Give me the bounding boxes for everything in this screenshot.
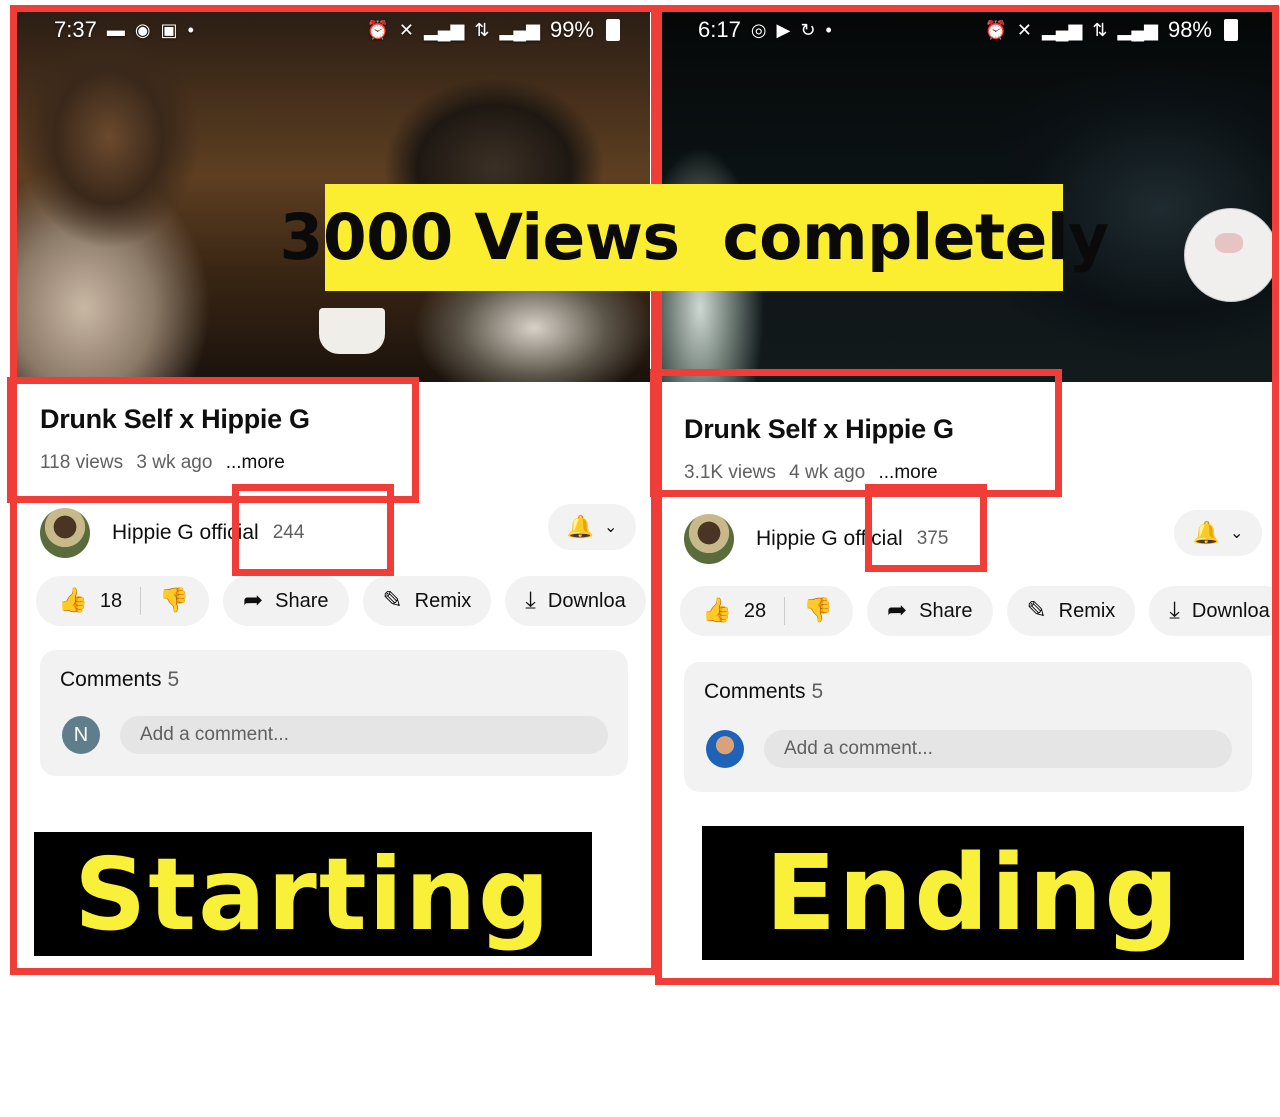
signal-icon: ▂▄▆: [1117, 20, 1158, 40]
video-meta: 3.1K views 4 wk ago ...more: [684, 462, 946, 484]
channel-name[interactable]: Hippie G official: [756, 527, 903, 551]
share-button[interactable]: ➦ Share: [867, 586, 993, 636]
download-label: Downloa: [547, 589, 626, 612]
channel-row[interactable]: Hippie G official 375: [684, 514, 948, 564]
thumbs-down-icon[interactable]: 👎: [159, 589, 189, 613]
share-label: Share: [919, 599, 973, 622]
instagram-icon: ◎: [750, 20, 767, 40]
download-label: Downloa: [1191, 599, 1270, 622]
network-4g-icon: ⇅: [1092, 20, 1108, 40]
divider: [784, 597, 786, 625]
chevron-down-icon: ⌄: [604, 519, 618, 536]
download-icon: ⤓: [525, 587, 536, 614]
signal-icon: ▂▄▆: [423, 20, 465, 40]
comment-input[interactable]: Add a comment...: [764, 730, 1232, 768]
network-4g-icon: ⇅: [474, 20, 490, 40]
channel-avatar[interactable]: [684, 514, 734, 564]
remix-icon: ✎: [1026, 597, 1047, 624]
app-icon: ◉: [134, 20, 151, 40]
share-icon: ➦: [243, 587, 264, 614]
remix-button[interactable]: ✎ Remix: [362, 576, 492, 626]
remix-label: Remix: [1058, 599, 1116, 622]
download-button[interactable]: ⤓ Downloa: [1149, 586, 1274, 636]
comments-section[interactable]: Comments 5 N Add a comment...: [40, 650, 628, 776]
channel-name[interactable]: Hippie G official: [112, 521, 259, 545]
share-button[interactable]: ➦ Share: [223, 576, 349, 626]
notification-bell-button[interactable]: 🔔 ⌄: [1174, 510, 1262, 556]
like-dislike-button[interactable]: 👍 28 👎: [680, 586, 854, 636]
battery-icon: [606, 19, 620, 41]
action-bar: 👍 18 👎 ➦ Share ✎ Remix ⤓ Downloa: [36, 576, 646, 626]
comments-count: 5: [811, 680, 824, 703]
battery-percent: 98%: [1167, 17, 1212, 42]
signal-icon: ▂▄▆: [499, 20, 540, 40]
left-screenshot-panel: 7:37 ▬ ◉ ▣ • ⏰ ✕ ▂▄▆ ⇅ ▂▄▆ 99% Drunk Sel…: [14, 8, 650, 970]
remix-icon: ✎: [382, 587, 403, 614]
globe-overlay-icon[interactable]: [1184, 208, 1274, 302]
remix-label: Remix: [414, 589, 472, 612]
status-time: 7:37: [54, 17, 97, 42]
comments-count: 5: [167, 668, 180, 691]
upload-age: 4 wk ago: [789, 462, 866, 483]
more-link[interactable]: ...more: [226, 452, 285, 473]
comments-header: Comments 5: [704, 680, 823, 704]
thumbs-up-icon[interactable]: 👍: [58, 589, 88, 613]
download-button[interactable]: ⤓ Downloa: [505, 576, 646, 626]
battery-percent: 99%: [549, 17, 594, 42]
channel-row[interactable]: Hippie G official 244: [40, 508, 304, 558]
notification-bell-button[interactable]: 🔔 ⌄: [548, 504, 636, 550]
v-app-icon: ▣: [160, 20, 178, 40]
more-link[interactable]: ...more: [878, 462, 937, 483]
thumbs-down-icon[interactable]: 👎: [803, 599, 833, 623]
subscriber-count: 244: [272, 522, 305, 543]
comment-input[interactable]: Add a comment...: [120, 716, 608, 754]
battery-icon: [1224, 19, 1238, 41]
thumbs-up-icon[interactable]: 👍: [702, 599, 732, 623]
bell-icon: 🔔: [1192, 520, 1220, 545]
starting-caption: Starting: [34, 832, 592, 956]
ending-caption: Ending: [702, 826, 1244, 960]
remix-button[interactable]: ✎ Remix: [1006, 586, 1136, 636]
subscriber-count: 375: [916, 528, 949, 549]
action-bar: 👍 28 👎 ➦ Share ✎ Remix ⤓ Downloa: [680, 586, 1274, 636]
upload-age: 3 wk ago: [136, 452, 213, 473]
like-dislike-button[interactable]: 👍 18 👎: [36, 576, 210, 626]
view-count: 3.1K views: [684, 462, 776, 483]
signal-icon: ▂▄▆: [1041, 20, 1083, 40]
dot-icon: •: [187, 20, 194, 40]
download-icon: ⤓: [1169, 597, 1180, 624]
comments-label: Comments: [704, 680, 806, 703]
youtube-icon: ▶: [776, 20, 791, 40]
bell-icon: 🔔: [566, 514, 594, 539]
cup-image: [319, 308, 385, 354]
message-icon: ▬: [106, 20, 125, 40]
user-avatar: [706, 730, 744, 768]
video-title: Drunk Self x Hippie G: [684, 414, 954, 444]
chevron-down-icon: ⌄: [1230, 525, 1244, 542]
dot-icon: •: [825, 20, 832, 40]
like-count: 18: [99, 589, 123, 612]
like-count: 28: [743, 599, 767, 622]
status-time: 6:17: [698, 17, 741, 42]
sync-icon: ↻: [800, 20, 816, 40]
share-label: Share: [275, 589, 329, 612]
alarm-icon: ⏰: [366, 20, 389, 40]
video-title: Drunk Self x Hippie G: [40, 404, 310, 434]
video-meta: 118 views 3 wk ago ...more: [40, 452, 293, 474]
divider: [140, 587, 142, 615]
mute-icon: ✕: [1016, 20, 1032, 40]
alarm-icon: ⏰: [984, 20, 1007, 40]
status-bar: 6:17 ◎ ▶ ↻ • ⏰ ✕ ▂▄▆ ⇅ ▂▄▆ 98%: [660, 8, 1274, 52]
comments-label: Comments: [60, 668, 162, 691]
mute-icon: ✕: [398, 20, 414, 40]
comments-header: Comments 5: [60, 668, 179, 692]
status-bar: 7:37 ▬ ◉ ▣ • ⏰ ✕ ▂▄▆ ⇅ ▂▄▆ 99%: [14, 8, 650, 52]
share-icon: ➦: [887, 597, 908, 624]
comments-section[interactable]: Comments 5 Add a comment...: [684, 662, 1252, 792]
user-avatar: N: [62, 716, 100, 754]
headline-banner: 3000 Views completely: [280, 184, 1109, 291]
channel-avatar[interactable]: [40, 508, 90, 558]
view-count: 118 views: [40, 452, 124, 473]
